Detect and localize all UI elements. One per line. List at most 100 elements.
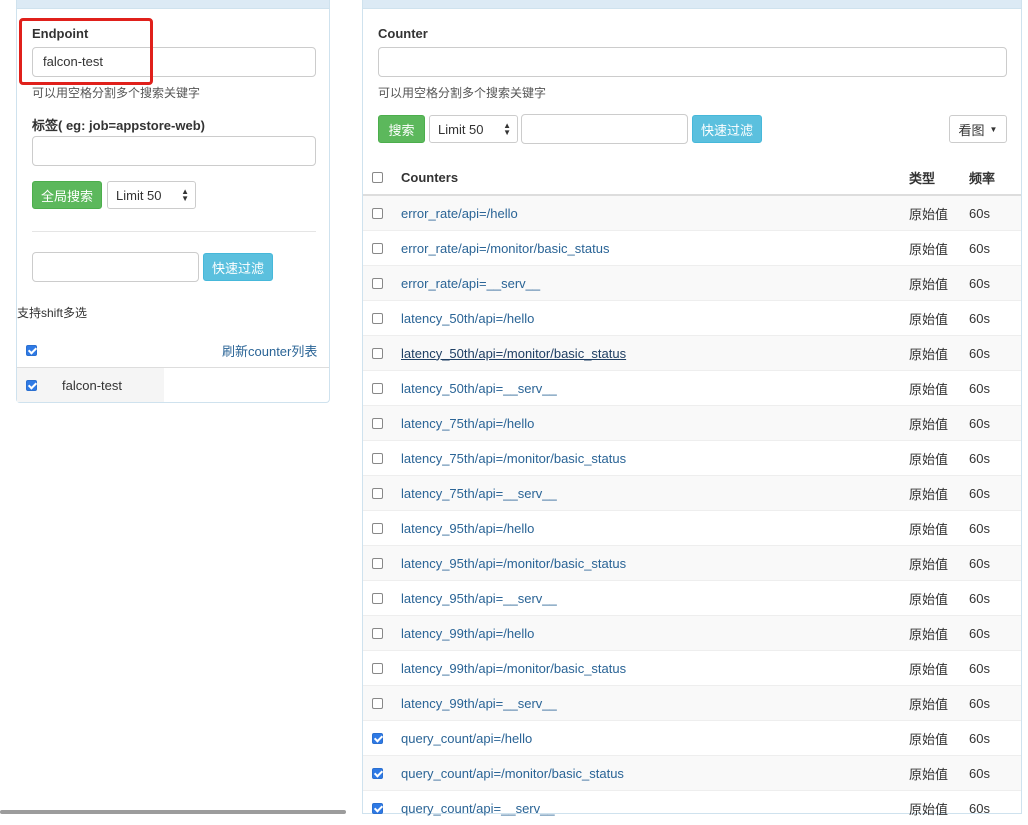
table-row[interactable]: latency_95th/api=__serv__原始值60s — [363, 581, 1021, 616]
row-checkbox[interactable] — [372, 523, 383, 534]
global-search-button[interactable]: 全局搜索 — [32, 181, 102, 209]
row-checkbox-cell — [363, 266, 401, 301]
table-row[interactable]: latency_75th/api=/hello原始值60s — [363, 406, 1021, 441]
row-checkbox[interactable] — [372, 768, 383, 779]
row-checkbox[interactable] — [372, 733, 383, 744]
view-chart-button[interactable]: 看图 ▼ — [949, 115, 1007, 143]
counter-name[interactable]: latency_95th/api=/hello — [401, 511, 909, 546]
select-all-counters-checkbox[interactable] — [372, 172, 383, 183]
counter-name[interactable]: latency_99th/api=__serv__ — [401, 686, 909, 721]
counter-filter-input[interactable] — [521, 114, 688, 144]
counter-name[interactable]: latency_75th/api=__serv__ — [401, 476, 909, 511]
row-checkbox-cell — [363, 616, 401, 651]
divider — [32, 231, 316, 232]
endpoint-filter-button[interactable]: 快速过滤 — [203, 253, 273, 281]
panel-top-bar — [17, 0, 329, 9]
table-row[interactable]: latency_50th/api=/hello原始值60s — [363, 301, 1021, 336]
row-checkbox[interactable] — [372, 698, 383, 709]
row-checkbox[interactable] — [372, 208, 383, 219]
counter-name-text: error_rate/api=/monitor/basic_status — [401, 241, 609, 256]
counter-rows: error_rate/api=/hello原始值60serror_rate/ap… — [363, 195, 1021, 825]
table-row[interactable]: latency_95th/api=/hello原始值60s — [363, 511, 1021, 546]
counter-freq: 60s — [969, 476, 1021, 511]
row-checkbox[interactable] — [372, 313, 383, 324]
row-checkbox[interactable] — [372, 348, 383, 359]
counter-limit-select[interactable]: Limit 50 ▲▼ — [429, 115, 518, 143]
counter-name[interactable]: latency_50th/api=/hello — [401, 301, 909, 336]
counter-type: 原始值 — [909, 336, 969, 371]
row-checkbox[interactable] — [372, 383, 383, 394]
horizontal-scrollbar[interactable] — [0, 810, 346, 814]
counter-label: Counter — [378, 26, 428, 41]
counter-name[interactable]: query_count/api=/monitor/basic_status — [401, 756, 909, 791]
counter-name[interactable]: latency_75th/api=/hello — [401, 406, 909, 441]
endpoint-list-item[interactable]: falcon-test — [17, 368, 164, 402]
counter-name[interactable]: error_rate/api=/monitor/basic_status — [401, 231, 909, 266]
tag-input[interactable] — [32, 136, 316, 166]
counter-name-text: latency_75th/api=/monitor/basic_status — [401, 451, 626, 466]
row-checkbox[interactable] — [372, 243, 383, 254]
counter-name[interactable]: error_rate/api=__serv__ — [401, 266, 909, 301]
counter-type: 原始值 — [909, 616, 969, 651]
counter-name[interactable]: latency_95th/api=__serv__ — [401, 581, 909, 616]
row-checkbox-cell — [363, 511, 401, 546]
counter-freq: 60s — [969, 231, 1021, 266]
select-all-endpoints-checkbox[interactable] — [26, 345, 37, 356]
table-row[interactable]: error_rate/api=/hello原始值60s — [363, 195, 1021, 231]
table-row[interactable]: error_rate/api=__serv__原始值60s — [363, 266, 1021, 301]
table-row[interactable]: query_count/api=__serv__原始值60s — [363, 791, 1021, 825]
row-checkbox[interactable] — [372, 593, 383, 604]
table-row[interactable]: latency_95th/api=/monitor/basic_status原始… — [363, 546, 1021, 581]
counter-hint: 可以用空格分割多个搜索关键字 — [378, 84, 546, 101]
counter-name[interactable]: latency_99th/api=/monitor/basic_status — [401, 651, 909, 686]
counter-name[interactable]: latency_75th/api=/monitor/basic_status — [401, 441, 909, 476]
endpoint-input[interactable]: falcon-test — [32, 47, 316, 77]
table-row[interactable]: latency_75th/api=__serv__原始值60s — [363, 476, 1021, 511]
refresh-counter-link[interactable]: 刷新counter列表 — [222, 341, 317, 360]
row-checkbox[interactable] — [372, 803, 383, 814]
table-row[interactable]: query_count/api=/hello原始值60s — [363, 721, 1021, 756]
counter-name[interactable]: query_count/api=/hello — [401, 721, 909, 756]
endpoint-label: Endpoint — [32, 26, 88, 41]
counter-input[interactable] — [378, 47, 1007, 77]
row-checkbox[interactable] — [372, 628, 383, 639]
counter-name[interactable]: latency_95th/api=/monitor/basic_status — [401, 546, 909, 581]
counter-filter-button[interactable]: 快速过滤 — [692, 115, 762, 143]
counter-type: 原始值 — [909, 231, 969, 266]
counter-name-text: query_count/api=__serv__ — [401, 801, 555, 816]
endpoint-name: falcon-test — [62, 378, 122, 393]
row-checkbox[interactable] — [372, 663, 383, 674]
caret-down-icon: ▼ — [990, 125, 998, 134]
counter-type: 原始值 — [909, 546, 969, 581]
table-row[interactable]: query_count/api=/monitor/basic_status原始值… — [363, 756, 1021, 791]
table-row[interactable]: latency_75th/api=/monitor/basic_status原始… — [363, 441, 1021, 476]
panel-top-bar — [363, 0, 1021, 9]
endpoint-limit-select[interactable]: Limit 50 ▲▼ — [107, 181, 196, 209]
row-checkbox[interactable] — [372, 418, 383, 429]
counter-name[interactable]: error_rate/api=/hello — [401, 195, 909, 231]
counter-name[interactable]: query_count/api=__serv__ — [401, 791, 909, 825]
row-checkbox[interactable] — [372, 453, 383, 464]
search-button[interactable]: 搜索 — [378, 115, 425, 143]
table-row[interactable]: error_rate/api=/monitor/basic_status 原始值6… — [363, 231, 1021, 266]
counter-freq: 60s — [969, 301, 1021, 336]
table-row[interactable]: latency_50th/api=/monitor/basic_status原始… — [363, 336, 1021, 371]
table-row[interactable]: latency_99th/api=/monitor/basic_status原始… — [363, 651, 1021, 686]
row-checkbox[interactable] — [372, 278, 383, 289]
counter-name-text: latency_99th/api=/hello — [401, 626, 534, 641]
endpoint-filter-input[interactable] — [32, 252, 199, 282]
counter-freq: 60s — [969, 546, 1021, 581]
table-header-row: Counters 类型 频率 — [363, 160, 1021, 195]
row-checkbox[interactable] — [372, 558, 383, 569]
counter-name[interactable]: latency_50th/api=/monitor/basic_status — [401, 336, 909, 371]
table-row[interactable]: latency_50th/api=__serv__原始值60s — [363, 371, 1021, 406]
row-checkbox[interactable] — [372, 488, 383, 499]
counter-type: 原始值 — [909, 721, 969, 756]
counter-type: 原始值 — [909, 476, 969, 511]
counter-name[interactable]: latency_99th/api=/hello — [401, 616, 909, 651]
counter-name-text: query_count/api=/monitor/basic_status — [401, 766, 624, 781]
counter-name[interactable]: latency_50th/api=__serv__ — [401, 371, 909, 406]
table-row[interactable]: latency_99th/api=/hello原始值60s — [363, 616, 1021, 651]
endpoint-checkbox[interactable] — [26, 380, 37, 391]
table-row[interactable]: latency_99th/api=__serv__原始值60s — [363, 686, 1021, 721]
